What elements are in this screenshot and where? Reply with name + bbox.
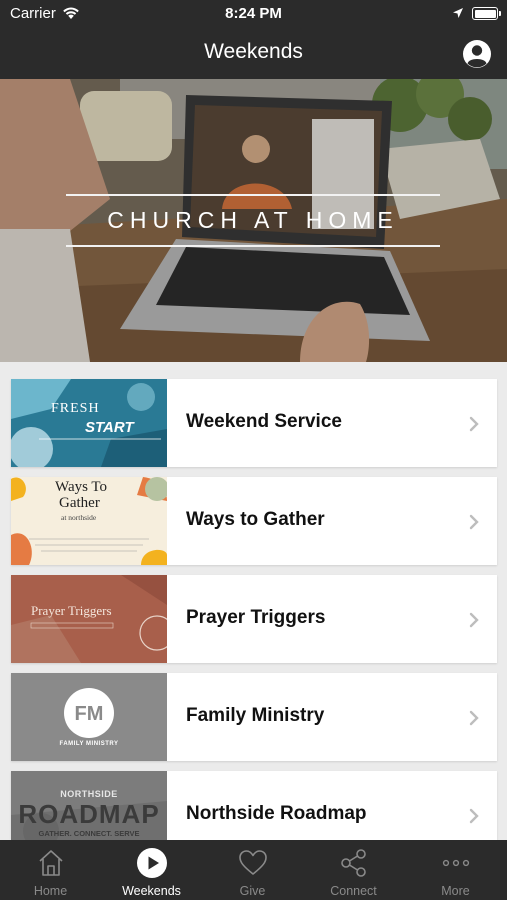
- page-title: Weekends: [204, 40, 303, 63]
- list-item-label: Ways to Gather: [186, 509, 325, 530]
- share-icon: [341, 849, 366, 877]
- thumb-text-northside: NORTHSIDE: [60, 789, 118, 799]
- battery-icon: [472, 7, 501, 20]
- tab-bar: Home Weekends Give Connect More: [0, 840, 507, 900]
- chevron-right-icon: [469, 710, 479, 726]
- status-bar: Carrier 8:24 PM: [0, 0, 507, 28]
- thumb-text-tagline: GATHER. CONNECT. SERVE: [38, 829, 140, 838]
- more-icon: [442, 859, 470, 867]
- thumb-text-gather: Gather: [59, 495, 100, 511]
- heart-icon: [239, 850, 267, 875]
- family-ministry-thumbnail: FM FAMILY MINISTRY: [11, 673, 167, 761]
- thumb-text-at-northside: at northside: [61, 513, 97, 522]
- home-icon: [39, 850, 63, 876]
- chevron-right-icon: [469, 416, 479, 432]
- location-arrow-icon: [453, 8, 463, 18]
- thumb-text-fm: FM: [74, 703, 104, 725]
- list-item-label: Weekend Service: [186, 411, 342, 432]
- play-circle-icon: [137, 848, 167, 878]
- list-item-label: Family Ministry: [186, 705, 325, 726]
- chevron-right-icon: [469, 514, 479, 530]
- ways-to-gather-thumbnail: Ways To Gather at northside: [11, 477, 167, 565]
- tab-label: Home: [33, 884, 68, 898]
- list-item-ways-to-gather[interactable]: Ways To Gather at northside Ways to Gath…: [11, 477, 497, 565]
- thumb-text-start: START: [85, 419, 134, 436]
- tab-label: More: [441, 884, 470, 898]
- hero-line-top: [66, 194, 440, 196]
- list-item-label: Northside Roadmap: [186, 803, 367, 824]
- tab-weekends[interactable]: Weekends: [101, 840, 202, 900]
- thumb-text-family-ministry: FAMILY MINISTRY: [59, 741, 119, 747]
- tab-give[interactable]: Give: [202, 840, 303, 900]
- hero-banner[interactable]: CHURCH AT HOME: [0, 79, 507, 362]
- tab-label: Connect: [330, 884, 377, 898]
- list-item-family-ministry[interactable]: FM FAMILY MINISTRY Family Ministry: [11, 673, 497, 761]
- tab-more[interactable]: More: [405, 840, 506, 900]
- list-item-label: Prayer Triggers: [186, 607, 326, 628]
- hero-line-bottom: [66, 245, 440, 247]
- weekend-service-thumbnail: FRESH START: [11, 379, 167, 467]
- chevron-right-icon: [469, 612, 479, 628]
- tab-label: Give: [239, 884, 266, 898]
- tab-label: Weekends: [122, 884, 181, 898]
- profile-icon[interactable]: [462, 39, 492, 69]
- thumb-text-ways-to: Ways To: [55, 479, 108, 495]
- prayer-triggers-thumbnail: Prayer Triggers: [11, 575, 167, 663]
- chevron-right-icon: [469, 808, 479, 824]
- status-time: 8:24 PM: [225, 5, 282, 22]
- tab-connect[interactable]: Connect: [303, 840, 404, 900]
- list-item-northside-roadmap[interactable]: NORTHSIDE ROADMAP GATHER. CONNECT. SERVE…: [11, 771, 497, 840]
- tab-home[interactable]: Home: [0, 840, 101, 900]
- list-item-weekend-service[interactable]: FRESH START Weekend Service: [11, 379, 497, 467]
- northside-roadmap-thumbnail: NORTHSIDE ROADMAP GATHER. CONNECT. SERVE: [11, 771, 167, 840]
- navigation-bar: Weekends: [0, 28, 507, 79]
- list-item-prayer-triggers[interactable]: Prayer Triggers Prayer Triggers: [11, 575, 497, 663]
- thumb-text-prayer-triggers: Prayer Triggers: [31, 603, 112, 618]
- content-list: FRESH START Weekend Service Ways To Gath…: [0, 362, 507, 840]
- thumb-text-roadmap: ROADMAP: [18, 799, 160, 829]
- thumb-text-fresh: FRESH: [51, 401, 100, 416]
- hero-title: CHURCH AT HOME: [107, 207, 399, 233]
